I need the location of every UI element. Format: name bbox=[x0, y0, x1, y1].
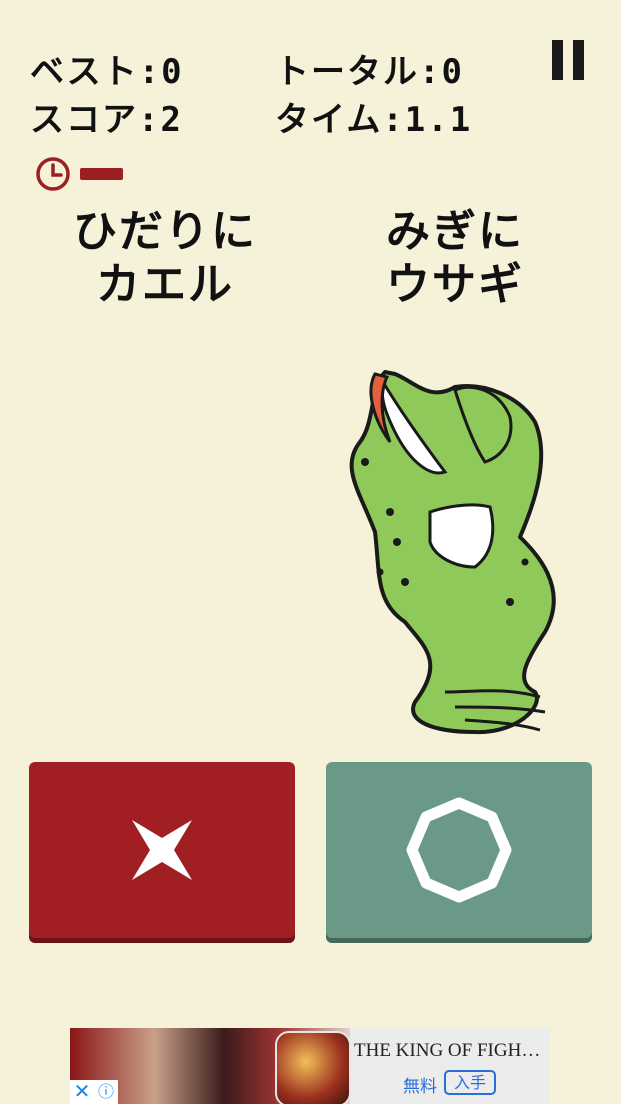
total-score: トータル:0 bbox=[275, 52, 464, 92]
ad-get-button[interactable]: 入手 bbox=[444, 1070, 497, 1095]
time-readout: タイム:1.1 bbox=[275, 100, 473, 140]
pause-icon bbox=[573, 40, 584, 80]
clock-icon bbox=[36, 157, 70, 191]
ad-info-icon[interactable]: ⓘ bbox=[94, 1080, 118, 1104]
frog-character bbox=[349, 370, 556, 735]
ad-app-icon bbox=[275, 1031, 351, 1104]
yes-button[interactable] bbox=[326, 762, 592, 938]
ad-title: THE KING OF FIGHT… bbox=[354, 1040, 544, 1061]
best-score: ベスト:0 bbox=[30, 52, 184, 92]
ad-price: 無料 bbox=[403, 1077, 437, 1097]
current-score: スコア:2 bbox=[30, 100, 183, 140]
circle-icon bbox=[406, 797, 512, 903]
cross-icon bbox=[132, 820, 192, 880]
ad-close-icon[interactable]: ✕ bbox=[70, 1080, 94, 1104]
ad-banner[interactable]: THE KING OF FIGHT… 無料 入手 ✕ ⓘ bbox=[70, 1028, 550, 1104]
pause-button[interactable] bbox=[552, 40, 584, 80]
no-button[interactable] bbox=[29, 762, 295, 938]
rule-left: ひだりに カエル bbox=[73, 206, 257, 310]
timer-bar bbox=[80, 168, 123, 180]
rule-right: みぎに ウサギ bbox=[386, 206, 524, 310]
pause-icon bbox=[552, 40, 563, 80]
